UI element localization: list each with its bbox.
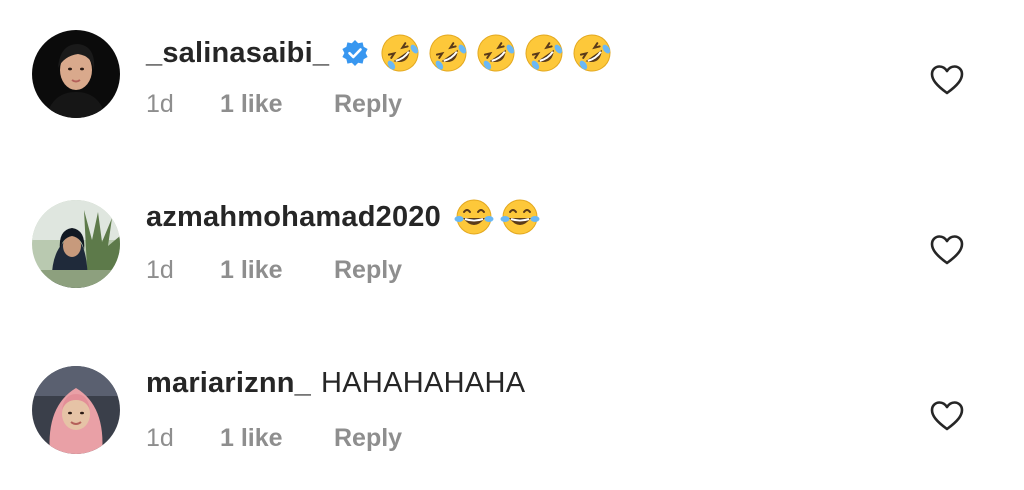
rolling-on-floor-laughing-icon [571,32,613,74]
heart-outline-icon[interactable] [930,234,964,266]
emoji-group [379,32,613,74]
timestamp: 1d [146,255,174,284]
face-with-tears-of-joy-icon [499,196,541,238]
username[interactable]: azmahmohamad2020 [146,201,441,234]
comment-meta: 1d 1 like Reply [146,254,402,286]
comment-meta: 1d 1 like Reply [146,88,402,120]
comment-item: azmahmohamad2020 1d 1 like Reply [0,194,1024,314]
rolling-on-floor-laughing-icon [427,32,469,74]
emoji-group [453,196,541,238]
like-count[interactable]: 1 like [220,256,334,285]
face-with-tears-of-joy-icon [453,196,495,238]
avatar[interactable] [32,366,120,454]
comment-item: mariariznn_ HAHAHAHAHA 1d 1 like Reply [0,360,1024,480]
comment-line: azmahmohamad2020 [146,194,541,240]
verified-badge-icon [341,39,369,67]
timestamp: 1d [146,89,174,118]
heart-outline-icon[interactable] [930,64,964,96]
avatar[interactable] [32,30,120,118]
reply-button[interactable]: Reply [334,256,402,285]
comment-line: mariariznn_ HAHAHAHAHA [146,360,525,406]
rolling-on-floor-laughing-icon [379,32,421,74]
comment-text: HAHAHAHAHA [321,366,526,399]
heart-outline-icon[interactable] [930,400,964,432]
timestamp: 1d [146,423,174,452]
comment-item: _salinasaibi_ 1d 1 like Reply [0,28,1024,148]
reply-button[interactable]: Reply [334,90,402,119]
rolling-on-floor-laughing-icon [523,32,565,74]
comments-list: _salinasaibi_ 1d 1 like Reply azmahmoham… [0,0,1024,490]
comment-meta: 1d 1 like Reply [146,422,402,454]
like-count[interactable]: 1 like [220,424,334,453]
avatar[interactable] [32,200,120,288]
like-count[interactable]: 1 like [220,90,334,119]
reply-button[interactable]: Reply [334,424,402,453]
username[interactable]: mariariznn_ [146,367,311,400]
username[interactable]: _salinasaibi_ [146,37,329,70]
comment-line: _salinasaibi_ [146,30,613,76]
rolling-on-floor-laughing-icon [475,32,517,74]
